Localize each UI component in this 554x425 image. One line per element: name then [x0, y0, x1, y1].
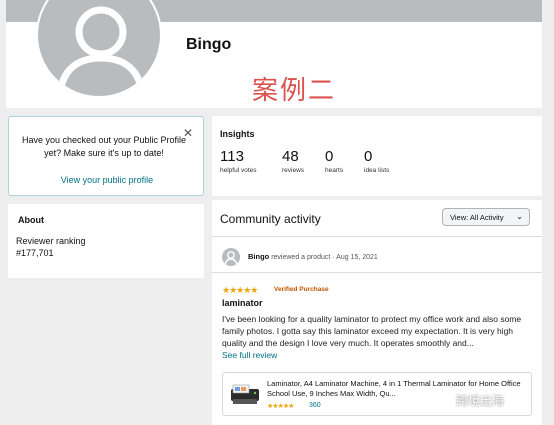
product-rating-count[interactable]: 360: [309, 402, 321, 409]
verified-purchase-badge: Verified Purchase: [274, 286, 329, 293]
stat-hearts: 0 hearts: [325, 148, 343, 174]
see-full-review-link[interactable]: See full review: [222, 350, 277, 360]
about-title: About: [18, 215, 44, 225]
filter-label: View: All Activity: [450, 213, 504, 222]
stat-label: hearts: [325, 167, 344, 174]
review-stars: ★★★★★: [222, 285, 258, 295]
insights-card: Insights 113 helpful votes 48 reviews 0 …: [212, 116, 542, 196]
overlay-label: 案例二: [252, 76, 337, 106]
view-public-profile-link[interactable]: View your public profile: [9, 175, 205, 185]
activity-byline: Bingo reviewed a product · Aug 15, 2021: [248, 252, 378, 261]
user-silhouette-icon: [224, 251, 238, 266]
prompt-message: Have you checked out your Public Profile…: [21, 135, 187, 158]
chevron-down-icon: ⌄: [516, 212, 523, 221]
user-silhouette-icon: [56, 6, 146, 93]
activity-filter-dropdown[interactable]: View: All Activity ⌄: [442, 208, 530, 226]
review-title[interactable]: laminator: [222, 298, 263, 308]
reviewer-avatar[interactable]: [222, 248, 240, 266]
stat-idea-lists: 0 idea lists: [364, 148, 389, 174]
reviewer-ranking-value: #177,701: [16, 248, 54, 258]
community-activity-title: Community activity: [220, 212, 321, 226]
stat-value: 113: [220, 148, 244, 165]
about-card: About Reviewer ranking #177,701: [8, 204, 204, 278]
wechat-logo-icon: [440, 394, 454, 408]
public-profile-prompt: Have you checked out your Public Profile…: [8, 116, 204, 196]
watermark: 跨境出海: [456, 394, 505, 408]
stat-value: 48: [282, 148, 299, 165]
stat-value: 0: [364, 148, 373, 165]
divider: [212, 272, 542, 273]
stat-label: idea lists: [364, 167, 390, 174]
stat-label: reviews: [282, 167, 305, 174]
profile-header: Bingo 案例二: [6, 0, 542, 108]
laminator-product-image: [231, 384, 259, 404]
profile-name: Bingo: [186, 36, 232, 53]
insights-title: Insights: [220, 129, 255, 139]
divider: [212, 236, 542, 237]
close-icon[interactable]: ✕: [183, 126, 193, 140]
stat-helpful-votes: 113 helpful votes: [220, 148, 257, 174]
product-stars: ★★★★★: [267, 403, 294, 410]
activity-action: reviewed a product · Aug 15, 2021: [271, 254, 378, 261]
stat-reviews: 48 reviews: [282, 148, 304, 174]
stat-value: 0: [325, 148, 334, 165]
reviewer-name[interactable]: Bingo: [248, 252, 269, 261]
stat-label: helpful votes: [220, 167, 257, 174]
reviewer-ranking-label: Reviewer ranking: [16, 236, 86, 246]
profile-avatar[interactable]: [36, 0, 162, 98]
review-body: I've been looking for a quality laminato…: [222, 314, 522, 348]
